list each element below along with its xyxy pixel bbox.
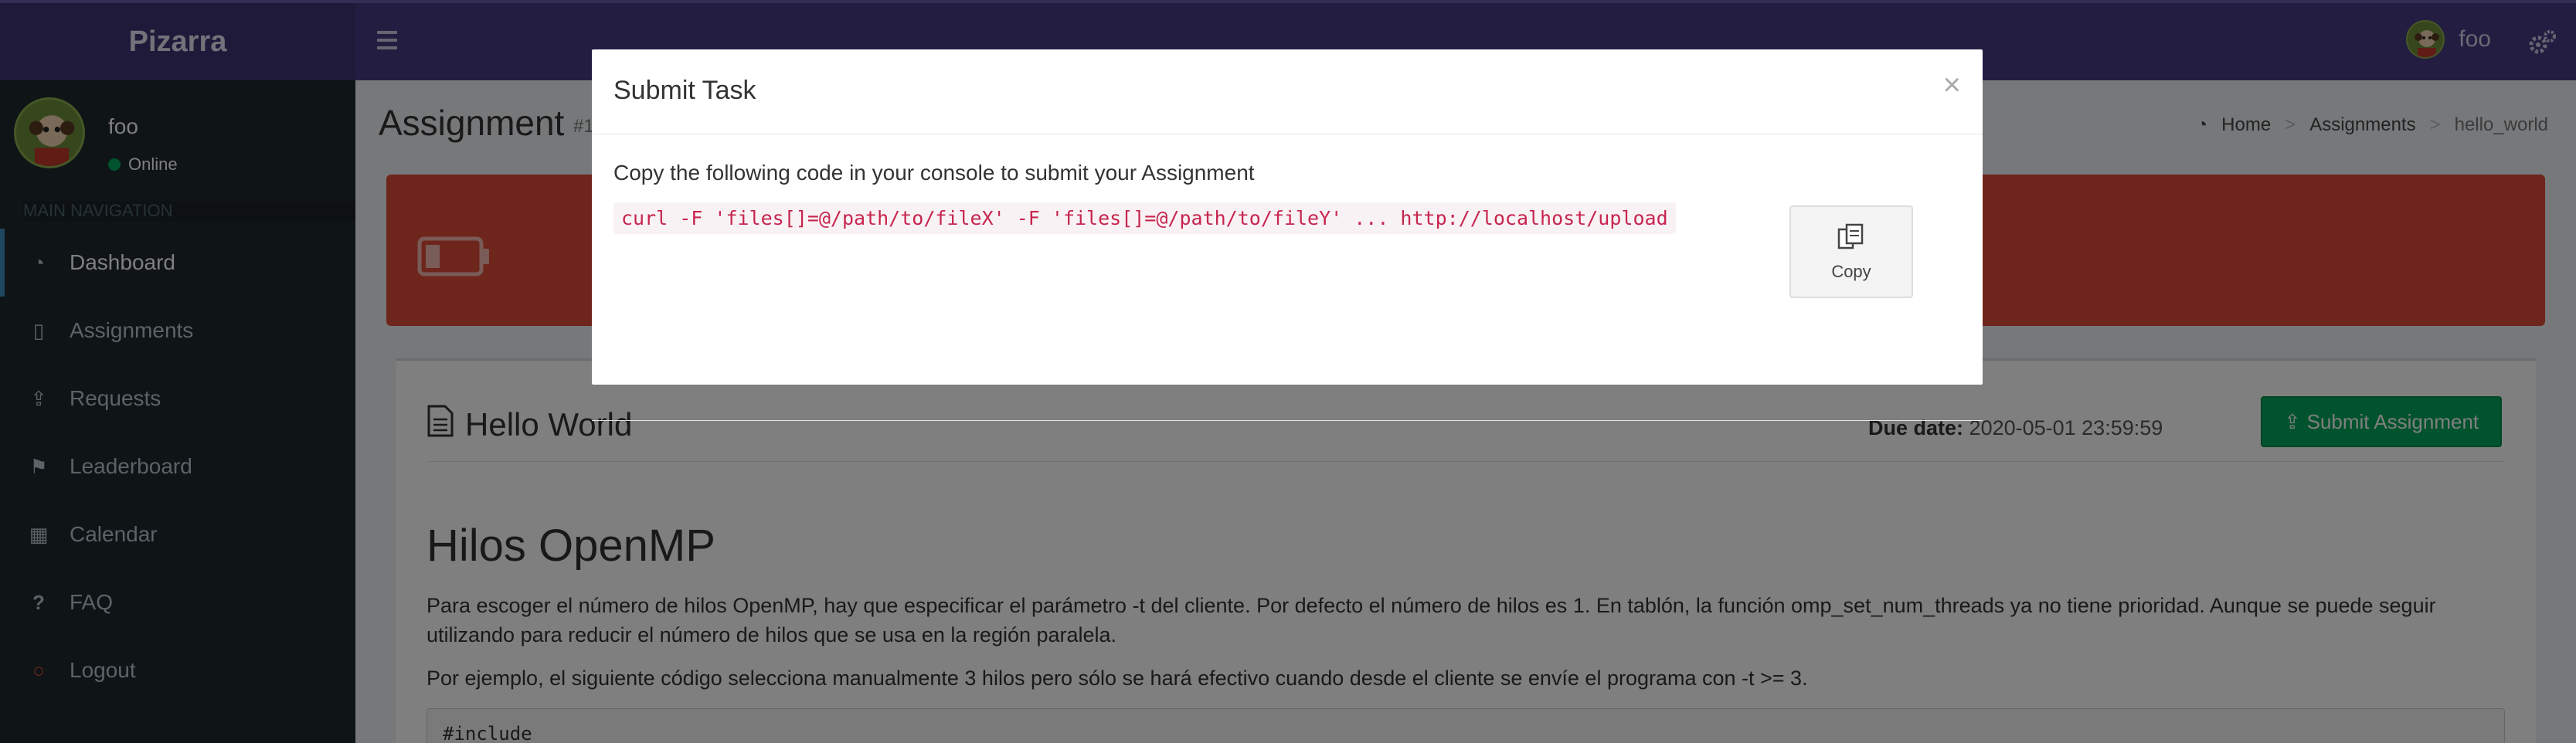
copy-button-label: Copy [1831, 262, 1871, 281]
close-icon[interactable]: × [1943, 68, 1961, 103]
modal-title: Submit Task [613, 76, 756, 105]
submit-task-modal: Submit Task × Copy the following code in… [592, 49, 1983, 421]
copy-button[interactable]: Copy [1789, 205, 1913, 298]
modal-footer-divider [592, 420, 1983, 421]
modal-header: Submit Task × [592, 49, 1983, 134]
copy-icon [1836, 222, 1867, 257]
modal-instruction: Copy the following code in your console … [613, 161, 1255, 185]
submit-command[interactable]: curl -F 'files[]=@/path/to/fileX' -F 'fi… [613, 202, 1676, 234]
modal-body: Copy the following code in your console … [592, 134, 1983, 421]
